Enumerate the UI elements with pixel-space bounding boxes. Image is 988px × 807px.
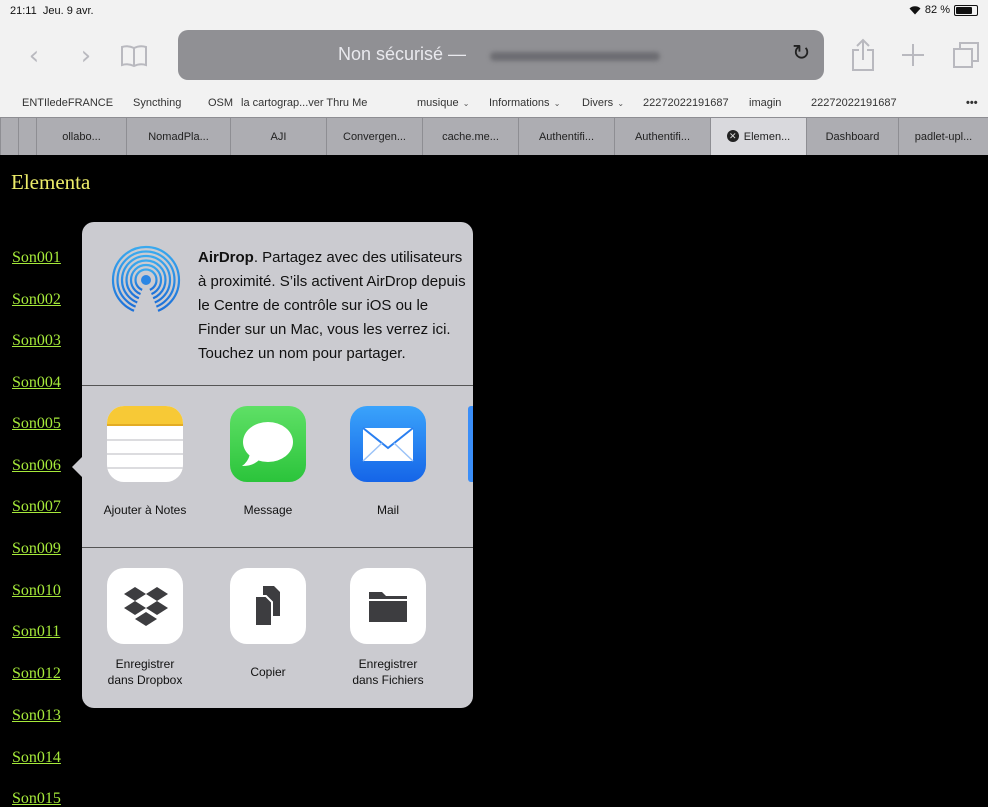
tabs-icon[interactable] — [952, 40, 984, 76]
plus-icon[interactable] — [900, 42, 932, 78]
share-action-label: Enregistrer dans Dropbox — [107, 657, 183, 687]
share-action-label: Message — [243, 503, 293, 517]
folder-icon — [350, 568, 426, 644]
son-link[interactable]: Son001 — [12, 249, 61, 267]
tab-active[interactable]: ✕ Elemen... — [710, 118, 806, 156]
son-link[interactable]: Son004 — [12, 374, 61, 392]
more-bookmarks-icon[interactable]: ••• — [966, 97, 978, 109]
son-link[interactable]: Son006 — [12, 457, 61, 475]
status-time: 21:11 Jeu. 9 avr. — [10, 5, 94, 17]
tab[interactable]: Authentifi... — [614, 118, 710, 156]
share-action-label: Mail — [376, 503, 399, 517]
airdrop-icon — [110, 244, 182, 316]
url-label: Non sécurisé — — [338, 44, 467, 64]
chevron-down-icon: ⌄ — [460, 99, 470, 108]
bookmarks-bar: ENTIledeFRANCE Syncthing OSM la cartogra… — [0, 90, 988, 117]
bookmark-item[interactable]: imagin — [749, 97, 781, 109]
chevron-left-icon[interactable]: ‹ — [20, 42, 48, 72]
bookmark-folder[interactable]: musique ⌄ — [417, 97, 470, 109]
redacted-url — [490, 52, 660, 61]
bookmark-item[interactable]: la cartograp...ver Thru Me — [241, 97, 367, 109]
book-icon[interactable] — [120, 44, 152, 80]
tab[interactable]: cache.me... — [422, 118, 518, 156]
copy-icon — [230, 568, 306, 644]
tab[interactable]: Convergen... — [326, 118, 422, 156]
notes-icon — [107, 406, 183, 482]
bookmark-folder[interactable]: Divers ⌄ — [582, 97, 624, 109]
bookmark-item[interactable]: OSM — [208, 97, 233, 109]
son-link[interactable]: Son011 — [12, 623, 60, 641]
tab[interactable] — [18, 118, 36, 156]
dropbox-icon — [107, 568, 183, 644]
more-apps-peek — [468, 406, 473, 482]
bookmark-item[interactable]: Syncthing — [133, 97, 181, 109]
share-action-label: Enregistrer dans Fichiers — [352, 657, 424, 687]
tab[interactable]: ollabo... — [36, 118, 126, 156]
battery-percent: 82 % — [924, 4, 950, 16]
save-to-files-button[interactable]: Enregistrer dans Fichiers — [333, 568, 443, 688]
chevron-down-icon: ⌄ — [551, 99, 561, 108]
close-tab-icon[interactable]: ✕ — [726, 130, 739, 143]
share-action-label: Ajouter à Notes — [103, 503, 187, 517]
airdrop-description: AirDrop. Partagez avec des utilisateurs … — [198, 249, 466, 362]
son-link[interactable]: Son002 — [12, 291, 61, 309]
bookmark-item[interactable]: 22272022191687 — [811, 97, 897, 109]
battery-icon — [954, 4, 978, 16]
son-link[interactable]: Son010 — [12, 582, 61, 600]
copy-button[interactable]: Copier — [213, 568, 323, 680]
page-title: Elementa — [11, 170, 91, 194]
bookmark-folder[interactable]: Informations ⌄ — [489, 97, 560, 109]
share-notes-button[interactable]: Ajouter à Notes — [90, 406, 200, 518]
chevron-right-icon[interactable]: › — [72, 42, 100, 72]
status-bar: 21:11 Jeu. 9 avr. 82 % — [0, 0, 988, 24]
tab[interactable]: Authentifi... — [518, 118, 614, 156]
address-bar[interactable]: Non sécurisé — ↻ — [178, 30, 824, 80]
tab[interactable]: NomadPla... — [126, 118, 230, 156]
share-mail-button[interactable]: Mail — [333, 406, 443, 518]
son-link[interactable]: Son003 — [12, 332, 61, 350]
tab[interactable]: AJI — [230, 118, 326, 156]
son-link[interactable]: Son007 — [12, 498, 61, 516]
bookmark-item[interactable]: ENTIledeFRANCE — [22, 97, 113, 109]
share-action-label: Copier — [250, 665, 286, 679]
share-icon[interactable] — [850, 38, 882, 74]
tab[interactable] — [0, 118, 18, 156]
son-link[interactable]: Son015 — [12, 790, 61, 807]
son-link[interactable]: Son009 — [12, 540, 61, 558]
browser-toolbar: ‹ › Non sécurisé — ↻ — [0, 24, 988, 90]
son-link[interactable]: Son014 — [12, 749, 61, 767]
son-link[interactable]: Son012 — [12, 665, 61, 683]
bookmark-item[interactable]: 22272022191687 — [643, 97, 729, 109]
tab[interactable]: Dashboard — [806, 118, 898, 156]
divider — [82, 385, 473, 386]
chevron-down-icon: ⌄ — [615, 99, 625, 108]
save-to-dropbox-button[interactable]: Enregistrer dans Dropbox — [90, 568, 200, 688]
wifi-icon — [909, 5, 921, 15]
messages-icon — [230, 406, 306, 482]
tab-bar: ollabo... NomadPla... AJI Convergen... c… — [0, 117, 988, 156]
son-link[interactable]: Son013 — [12, 707, 61, 725]
reload-icon[interactable]: ↻ — [792, 41, 810, 66]
son-link[interactable]: Son005 — [12, 415, 61, 433]
share-sheet: AirDrop. Partagez avec des utilisateurs … — [82, 222, 473, 708]
tab[interactable]: padlet-upl... — [898, 118, 988, 156]
divider — [82, 547, 473, 548]
mail-icon — [350, 406, 426, 482]
share-message-button[interactable]: Message — [213, 406, 323, 518]
